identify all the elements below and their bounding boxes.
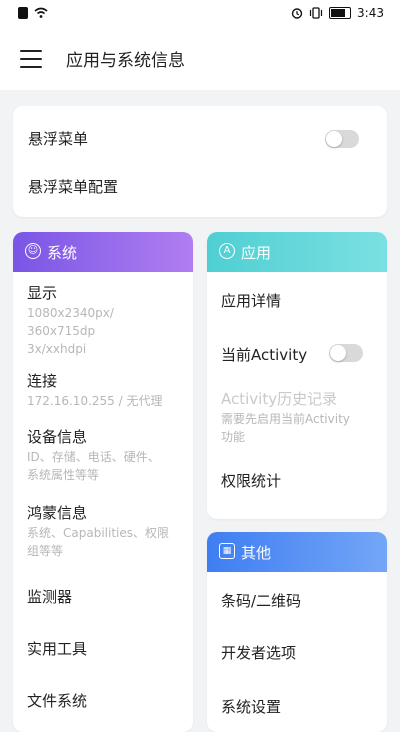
system-item-sub: 系统、Capabilities、权限 组等等 (27, 526, 169, 558)
other-card: ▦ 其他 条码/二维码 开发者选项 系统设置 (207, 532, 387, 732)
app-item-label: 应用详情 (221, 292, 282, 310)
floating-menu-config-row[interactable]: 悬浮菜单配置 (13, 162, 387, 217)
system-item-label: 设备信息 (27, 428, 88, 446)
system-card-header: ☺ 系统 (13, 232, 193, 272)
smile-icon: ☺ (25, 243, 41, 259)
status-bar: 3:43 (0, 0, 400, 28)
system-card-title: 系统 (47, 244, 78, 262)
app-item-sub: 需要先启用当前Activity 功能 (221, 412, 350, 444)
status-right: 3:43 (291, 6, 384, 20)
system-item-sub: 172.16.10.255 / 无代理 (27, 394, 163, 408)
app-item-label: 权限统计 (221, 472, 282, 490)
floating-menu-toggle[interactable] (325, 130, 359, 148)
system-item-utilities[interactable]: 实用工具 (13, 620, 193, 670)
system-item-label: 显示 (27, 284, 58, 302)
other-item-barcode[interactable]: 条码/二维码 (207, 572, 387, 624)
system-item-display[interactable]: 显示 1080x2340px/ 360x715dp 3x/xxhdpi (13, 272, 193, 364)
other-item-system-settings[interactable]: 系统设置 (207, 676, 387, 732)
app-header: 应用与系统信息 (0, 28, 400, 90)
status-left (18, 7, 48, 19)
other-card-header: ▦ 其他 (207, 532, 387, 572)
app-item-label: 当前Activity (221, 346, 308, 364)
other-item-label: 开发者选项 (221, 644, 297, 662)
wifi-icon (34, 7, 48, 18)
alert-icon (18, 7, 28, 19)
app-card: A 应用 应用详情 当前Activity Activity历史记录 需要先启用当… (207, 232, 387, 519)
app-card-title: 应用 (241, 244, 272, 262)
floating-menu-card: 悬浮菜单 悬浮菜单配置 (13, 106, 387, 217)
system-item-harmony-info[interactable]: 鸿蒙信息 系统、Capabilities、权限 组等等 (13, 494, 193, 570)
app-item-permission-stats[interactable]: 权限统计 (207, 452, 387, 518)
other-item-label: 系统设置 (221, 698, 282, 716)
app-item-activity-history: Activity历史记录 需要先启用当前Activity 功能 (207, 376, 387, 452)
system-item-label: 实用工具 (27, 640, 88, 658)
other-item-label: 条码/二维码 (221, 592, 302, 610)
other-item-developer-options[interactable]: 开发者选项 (207, 624, 387, 676)
system-item-monitor[interactable]: 监测器 (13, 570, 193, 620)
system-item-label: 鸿蒙信息 (27, 504, 88, 522)
battery-icon (329, 7, 352, 19)
system-card: ☺ 系统 显示 1080x2340px/ 360x715dp 3x/xxhdpi… (13, 232, 193, 732)
hamburger-icon[interactable] (20, 50, 42, 68)
vibrate-icon (309, 7, 323, 19)
app-item-label: Activity历史记录 (221, 390, 338, 408)
floating-menu-row[interactable]: 悬浮菜单 (13, 106, 387, 162)
floating-menu-label: 悬浮菜单 (28, 130, 89, 148)
current-activity-toggle[interactable] (329, 344, 363, 362)
system-item-filesystem[interactable]: 文件系统 (13, 670, 193, 730)
page-title: 应用与系统信息 (66, 51, 185, 71)
system-item-device-info[interactable]: 设备信息 ID、存储、电话、硬件、 系统属性等等 (13, 420, 193, 494)
alarm-icon (291, 8, 303, 19)
system-item-label: 监测器 (27, 588, 73, 606)
other-card-title: 其他 (241, 544, 272, 562)
app-card-header: A 应用 (207, 232, 387, 272)
system-item-sub: ID、存储、电话、硬件、 系统属性等等 (27, 450, 160, 482)
app-item-current-activity[interactable]: 当前Activity (207, 328, 387, 376)
status-time: 3:43 (357, 6, 384, 20)
floating-menu-config-label: 悬浮菜单配置 (28, 178, 119, 196)
system-item-sub: 1080x2340px/ 360x715dp 3x/xxhdpi (27, 306, 114, 356)
system-item-label: 文件系统 (27, 692, 88, 710)
grid-icon: ▦ (219, 543, 235, 559)
app-icon: A (219, 243, 235, 259)
system-item-label: 连接 (27, 372, 58, 390)
system-item-connection[interactable]: 连接 172.16.10.255 / 无代理 (13, 364, 193, 420)
app-item-details[interactable]: 应用详情 (207, 272, 387, 328)
